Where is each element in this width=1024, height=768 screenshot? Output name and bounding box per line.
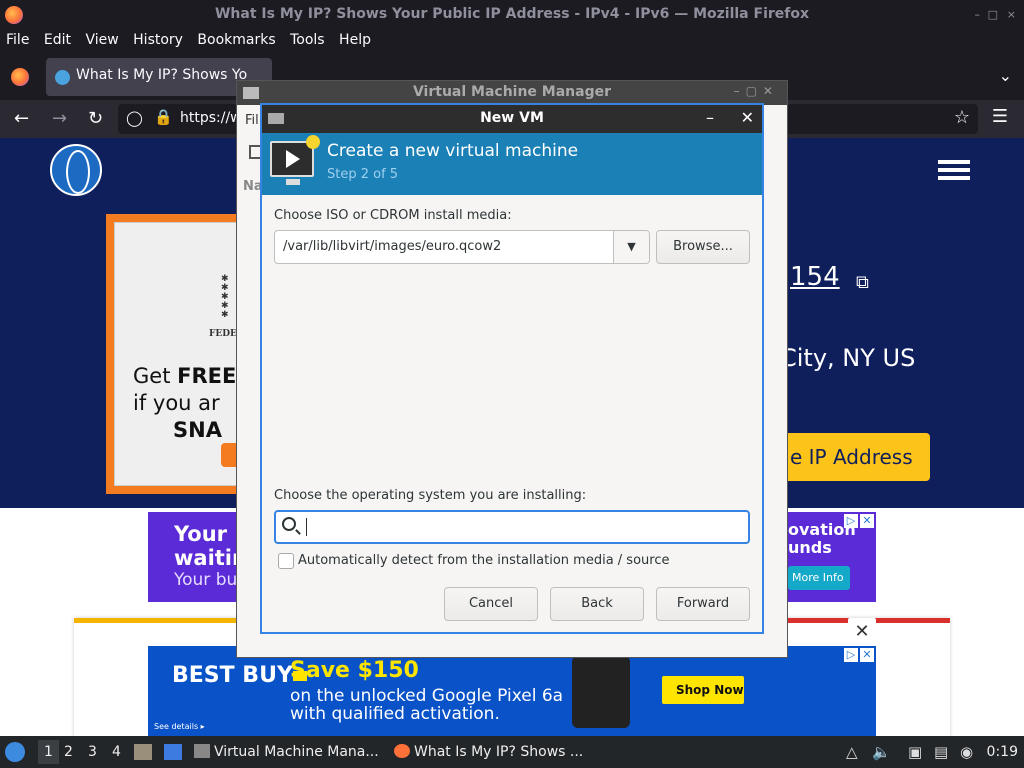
vmm-task-icon — [194, 744, 210, 758]
wizard-heading: Create a new virtual machine — [327, 141, 579, 161]
install-media-value[interactable]: /var/lib/libvirt/images/euro.qcow2 — [283, 239, 501, 254]
lock-icon[interactable]: 🔒 — [154, 108, 173, 126]
cancel-button[interactable]: Cancel — [444, 587, 538, 621]
maximize-window-icon[interactable]: □ — [988, 8, 998, 21]
text-caret — [306, 518, 307, 536]
menu-file[interactable]: File — [2, 30, 33, 50]
forward-button[interactable]: Forward — [656, 587, 750, 621]
volume-icon[interactable]: 🔈 — [872, 743, 891, 761]
search-icon — [282, 517, 296, 531]
clock: 0:19 — [986, 744, 1018, 760]
ad1-more-info-button[interactable]: More Info — [788, 566, 850, 590]
task-virtual-machine-manager[interactable]: Virtual Machine Mana... — [194, 744, 379, 760]
vmm-title: Virtual Machine Manager — [412, 84, 612, 100]
workspace-3[interactable]: 3 — [88, 744, 97, 760]
ad2-logo-text: BEST BUY — [172, 663, 293, 688]
wizard-banner: Create a new virtual machine Step 2 of 5 — [262, 133, 762, 195]
ad2-shop-now-button[interactable]: Shop Now — [662, 676, 744, 704]
hide-ip-address-button[interactable]: e IP Address — [770, 433, 930, 481]
ad1-line3: Your bu — [174, 570, 238, 590]
menu-help[interactable]: Help — [335, 30, 375, 50]
url-text[interactable]: https://w — [180, 110, 242, 126]
workspace-1[interactable]: 1 — [38, 740, 59, 764]
close-icon[interactable]: ✕ — [741, 108, 754, 127]
menu-history[interactable]: History — [129, 30, 187, 50]
workspace-2[interactable]: 2 — [64, 744, 73, 760]
firefox-view-icon[interactable] — [11, 68, 29, 86]
ad2-close-icon[interactable]: ✕ — [860, 648, 874, 662]
dropdown-arrow-icon[interactable]: ▼ — [613, 231, 649, 263]
tab-title: What Is My IP? Shows Yo — [76, 67, 248, 83]
install-media-combobox[interactable]: /var/lib/libvirt/images/euro.qcow2 ▼ — [274, 230, 650, 264]
forward-arrow-icon[interactable]: → — [52, 108, 67, 129]
copy-ip-icon[interactable]: ⧉ — [856, 272, 869, 293]
app-menu-icon[interactable]: ☰ — [992, 106, 1008, 127]
ad2-save-text: Save $150 — [290, 658, 419, 683]
vmm-window-controls[interactable]: –▢✕ — [734, 84, 779, 98]
back-button[interactable]: Back — [550, 587, 644, 621]
os-search-input[interactable] — [274, 510, 750, 544]
sticky-ad-close-icon[interactable]: ✕ — [848, 618, 876, 646]
task-firefox[interactable]: What Is My IP? Shows ... — [394, 744, 583, 760]
ip-address: 154 — [790, 262, 840, 292]
new-vm-titlebar: New VM – ✕ — [262, 105, 762, 133]
minimize-window-icon[interactable]: – — [975, 8, 981, 21]
minimize-icon[interactable]: – — [706, 108, 714, 127]
wizard-step: Step 2 of 5 — [327, 167, 399, 182]
menu-tools[interactable]: Tools — [286, 30, 329, 50]
close-window-icon[interactable]: × — [1007, 8, 1016, 21]
show-desktop-icon[interactable] — [164, 744, 182, 760]
banner-ad-2[interactable]: BEST BUY Save $150 on the unlocked Googl… — [148, 646, 876, 736]
vmm-file-menu[interactable]: Fil — [245, 113, 259, 128]
menu-view[interactable]: View — [81, 30, 122, 50]
site-favicon-icon — [55, 70, 70, 85]
notifications-icon[interactable]: △ — [846, 743, 858, 761]
ad2-sub1: on the unlocked Google Pixel 6a — [290, 686, 564, 706]
ad2-sub2: with qualified activation. — [290, 704, 500, 724]
ip-location: City, NY US — [780, 344, 916, 372]
ad1-right2: unds — [788, 538, 832, 557]
window-title: What Is My IP? Shows Your Public IP Addr… — [214, 6, 810, 22]
firefox-menubar: File Edit View History Bookmarks Tools H… — [0, 30, 1024, 54]
task-label: Virtual Machine Mana... — [214, 744, 379, 760]
display-icon[interactable]: ▣ — [908, 743, 922, 761]
menu-edit[interactable]: Edit — [40, 30, 75, 50]
new-vm-dialog: New VM – ✕ Create a new virtual machine … — [260, 103, 764, 634]
ad1-line2: waitir — [174, 546, 243, 570]
browse-button[interactable]: Browse... — [656, 230, 750, 264]
taskbar: 1 2 3 4 Virtual Machine Mana... What Is … — [0, 736, 1024, 768]
bookmark-star-icon[interactable]: ☆ — [954, 107, 970, 128]
vmm-titlebar: Virtual Machine Manager –▢✕ — [237, 81, 787, 105]
task-label: What Is My IP? Shows ... — [414, 744, 584, 760]
new-vm-monitor-icon — [270, 135, 320, 185]
clipboard-icon[interactable]: ▤ — [934, 743, 948, 761]
menu-bookmarks[interactable]: Bookmarks — [193, 30, 279, 50]
install-media-label: Choose ISO or CDROM install media: — [274, 208, 512, 223]
reload-icon[interactable]: ↻ — [88, 108, 103, 129]
bestbuy-logo: BEST BUY — [172, 663, 307, 688]
os-label: Choose the operating system you are inst… — [274, 488, 587, 503]
monitor-sparkle-icon — [306, 135, 320, 149]
auto-detect-label[interactable]: Automatically detect from the installati… — [298, 553, 669, 568]
network-icon[interactable]: ◉ — [960, 743, 973, 761]
ad2-see-details-link[interactable]: See details ▸ — [154, 722, 205, 731]
adchoices-icon[interactable]: ▷ — [844, 648, 858, 662]
monitor-stand — [286, 179, 300, 185]
firefox-titlebar: What Is My IP? Shows Your Public IP Addr… — [0, 0, 1024, 30]
workspace-4[interactable]: 4 — [112, 744, 121, 760]
back-arrow-icon[interactable]: ← — [14, 108, 29, 129]
start-menu-icon[interactable] — [5, 742, 25, 762]
file-manager-icon[interactable] — [134, 744, 152, 760]
adchoices-icon[interactable]: ▷ — [844, 514, 858, 528]
dialog-title: New VM — [480, 110, 544, 126]
firefox-task-icon — [394, 744, 410, 758]
auto-detect-checkbox[interactable] — [278, 553, 294, 569]
site-logo-globe-icon[interactable] — [50, 144, 102, 196]
list-all-tabs-icon[interactable]: ⌄ — [999, 66, 1012, 85]
ad1-close-icon[interactable]: ✕ — [860, 514, 874, 528]
phone-image — [572, 656, 630, 728]
site-menu-hamburger-icon[interactable] — [938, 160, 970, 180]
tracking-protection-shield-icon[interactable]: ◯ — [126, 109, 143, 127]
